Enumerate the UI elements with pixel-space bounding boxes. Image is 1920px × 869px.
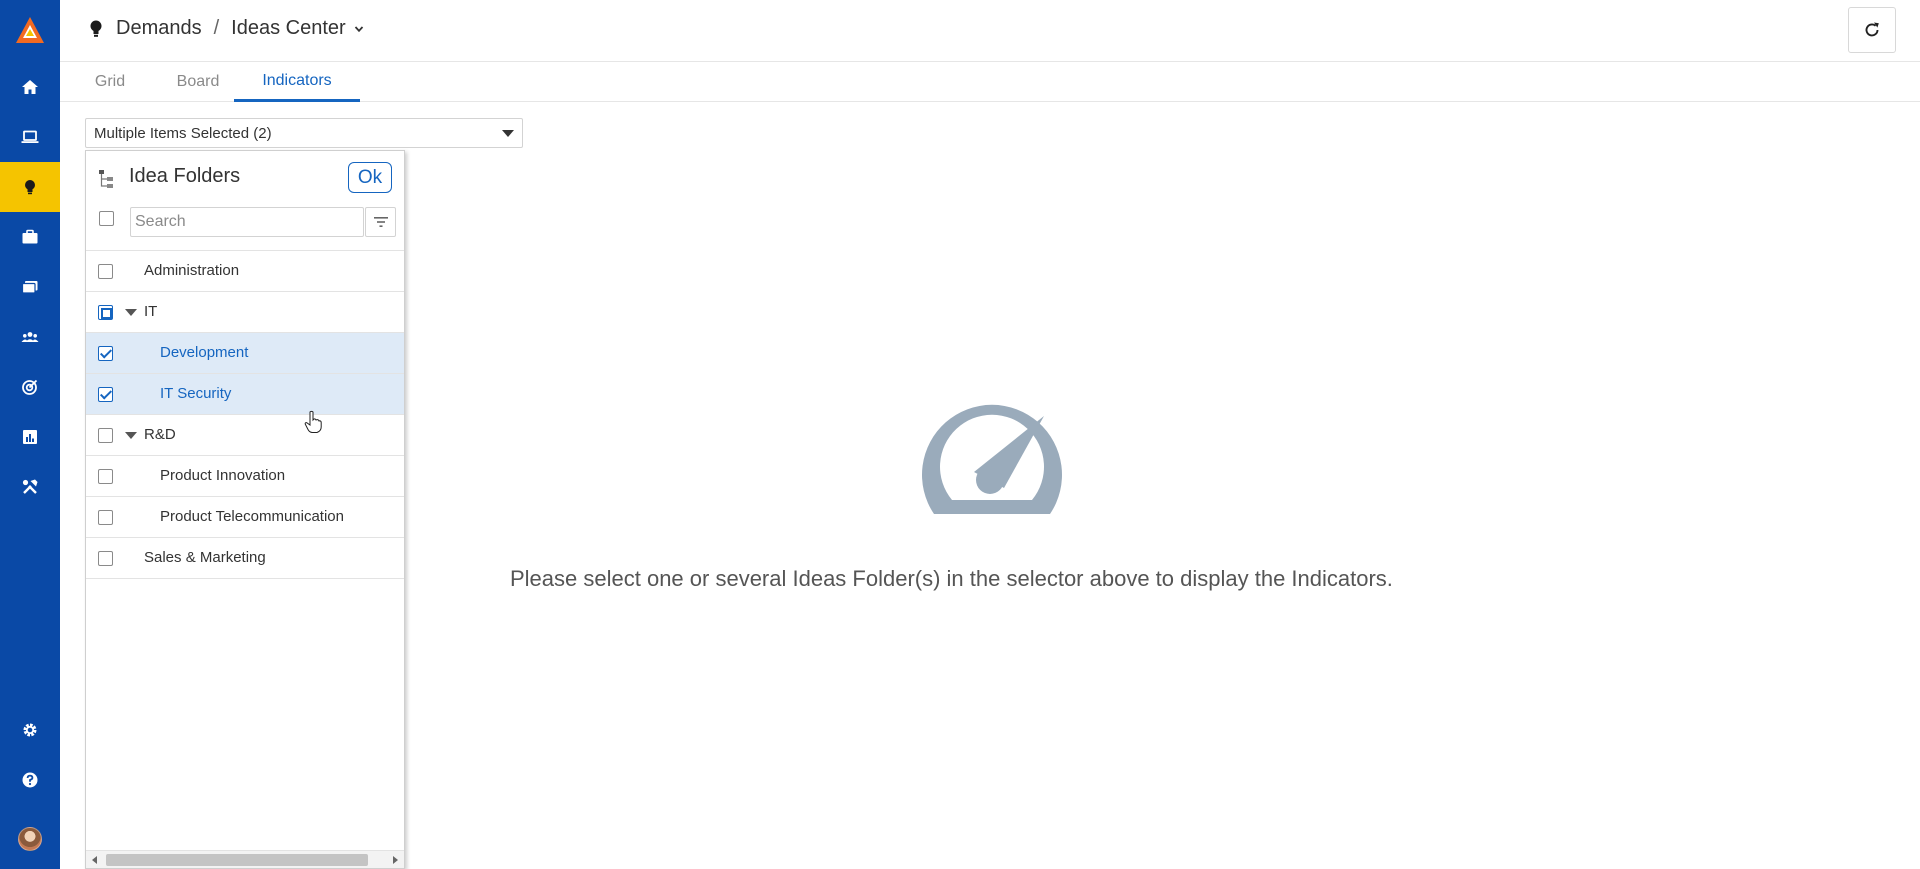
team-icon [21, 332, 39, 342]
folder-label: Sales & Marketing [144, 549, 266, 566]
filter-button[interactable] [365, 207, 396, 237]
lightbulb-icon [90, 20, 102, 37]
nav-home[interactable] [0, 62, 60, 112]
settings-icon [23, 723, 37, 737]
folder-checkbox[interactable] [98, 305, 113, 320]
folder-row-product-telecommunication[interactable]: Product Telecommunication [86, 497, 404, 538]
folder-label: IT [144, 303, 158, 320]
folder-row-it-security[interactable]: IT Security [86, 374, 404, 415]
expand-caret-icon[interactable] [125, 432, 137, 439]
empty-state-message: Please select one or several Ideas Folde… [510, 566, 1393, 591]
breadcrumb: Demands / Ideas Center [88, 17, 364, 40]
folder-checkbox[interactable] [98, 510, 113, 525]
dropdown-header: Idea Folders Ok [86, 151, 404, 201]
folder-row-product-innovation[interactable]: Product Innovation [86, 456, 404, 497]
nav-help[interactable] [0, 755, 60, 805]
folder-label: Product Innovation [160, 467, 286, 484]
home-icon [22, 80, 38, 94]
scroll-right-icon[interactable] [393, 856, 398, 864]
nav-objectives[interactable] [0, 362, 60, 412]
scrollbar-thumb[interactable] [106, 854, 368, 866]
expand-caret-icon[interactable] [125, 309, 137, 316]
refresh-icon [1865, 22, 1879, 37]
folder-checkbox[interactable] [98, 428, 113, 443]
breadcrumb-separator: / [213, 17, 220, 39]
ok-button[interactable]: Ok [348, 162, 392, 193]
folder-checkbox[interactable] [98, 551, 113, 566]
folder-selector-value: Multiple Items Selected (2) [94, 124, 272, 142]
nav-portfolio[interactable] [0, 112, 60, 162]
folder-row-it[interactable]: IT [86, 292, 404, 333]
select-all-checkbox[interactable] [99, 211, 114, 226]
tools-icon [22, 479, 38, 494]
folder-row-administration[interactable]: Administration [86, 251, 404, 292]
help-icon [22, 772, 38, 788]
nav-admin-tools[interactable] [0, 462, 60, 512]
horizontal-scrollbar[interactable] [86, 850, 404, 868]
folder-row-development[interactable]: Development [86, 333, 404, 374]
breadcrumb-root[interactable]: Demands [116, 17, 202, 40]
folder-label: R&D [144, 426, 176, 443]
search-input[interactable] [130, 207, 364, 237]
folder-checkbox[interactable] [98, 346, 113, 361]
laptop-icon [21, 130, 39, 143]
tab-board[interactable]: Board [157, 62, 239, 102]
nav-resources[interactable] [0, 312, 60, 362]
folder-selector[interactable]: Multiple Items Selected (2) [85, 118, 523, 148]
app-logo[interactable] [0, 0, 60, 60]
nav-projects[interactable] [0, 212, 60, 262]
view-tabs: Grid Board Indicators [60, 62, 1920, 102]
scroll-left-icon[interactable] [92, 856, 97, 864]
dropdown-title: Idea Folders [129, 165, 241, 187]
chevron-down-icon[interactable] [354, 24, 364, 34]
bar-chart-icon [23, 430, 37, 444]
folder-row-rnd[interactable]: R&D [86, 415, 404, 456]
lightbulb-icon [25, 180, 35, 195]
folder-checkbox[interactable] [98, 387, 113, 402]
idea-folders-dropdown: Idea Folders Ok Administration IT Develo… [85, 150, 405, 869]
folder-checkbox[interactable] [98, 469, 113, 484]
nav-reports[interactable] [0, 412, 60, 462]
folder-label: Product Telecommunication [160, 508, 344, 525]
nav-documents[interactable] [0, 262, 60, 312]
user-avatar[interactable] [18, 827, 42, 851]
tab-grid[interactable]: Grid [76, 62, 144, 102]
filter-icon [373, 217, 388, 227]
folders-icon [21, 281, 38, 294]
folder-checkbox[interactable] [98, 264, 113, 279]
search-row [86, 201, 404, 251]
page-header: Demands / Ideas Center [60, 0, 1920, 62]
caret-down-icon [502, 130, 514, 137]
app-logo-icon [16, 17, 44, 43]
tab-indicators[interactable]: Indicators [234, 62, 360, 102]
refresh-button[interactable] [1848, 7, 1896, 53]
left-nav-rail [0, 0, 60, 869]
folder-row-sales-marketing[interactable]: Sales & Marketing [86, 538, 404, 579]
folder-label: Administration [144, 262, 240, 279]
briefcase-icon [22, 229, 38, 244]
tree-structure-icon [99, 170, 113, 188]
target-icon [22, 379, 38, 395]
speedometer-icon [922, 404, 1062, 514]
folder-label: Development [160, 344, 249, 361]
hand-cursor-icon [304, 410, 322, 433]
breadcrumb-current[interactable]: Ideas Center [231, 17, 346, 40]
nav-ideas[interactable] [0, 162, 60, 212]
folder-label: IT Security [160, 385, 232, 402]
nav-settings[interactable] [0, 705, 60, 755]
